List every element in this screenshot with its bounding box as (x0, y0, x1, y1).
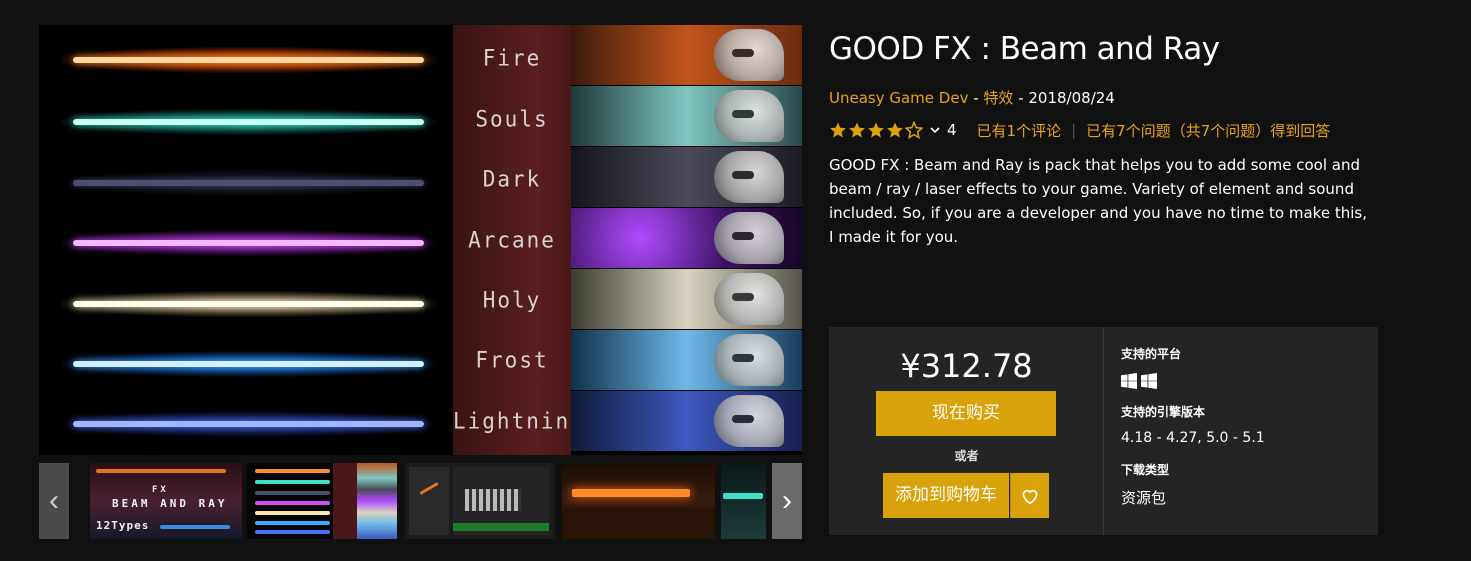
wishlist-button[interactable] (1010, 473, 1049, 518)
effect-labels-column: Fire Souls Dark Arcane Holy Frost Lightn… (453, 25, 585, 455)
purchase-actions: ¥312.78 现在购买 或者 添加到购物车 (829, 327, 1104, 535)
buy-now-button[interactable]: 现在购买 (876, 391, 1056, 436)
holy-beam (61, 291, 436, 317)
meta-separator: - (968, 89, 984, 107)
star-empty-icon (905, 121, 923, 139)
souls-preview (571, 86, 802, 146)
gallery-main-image[interactable]: Fire Souls Dark Arcane Holy Frost Lightn… (39, 25, 802, 455)
chevron-right-icon: › (782, 484, 792, 517)
engine-heading: 支持的引擎版本 (1121, 405, 1206, 419)
effect-label: Arcane (468, 227, 556, 253)
lightning-preview (571, 391, 802, 451)
questions-link[interactable]: 已有7个问题（共7个问题）得到回答 (1086, 120, 1330, 141)
category-link[interactable]: 特效 (983, 89, 1013, 107)
next-thumbnail-button[interactable]: › (772, 463, 802, 539)
heart-icon (1022, 489, 1038, 504)
effect-previews-column (571, 25, 802, 455)
prev-thumbnail-button[interactable]: ‹ (39, 463, 69, 539)
effect-label: Lightning (453, 408, 585, 434)
thumbnail-strip: ‹ FX BEAM AND RAY 12Types › (39, 463, 802, 539)
chevron-left-icon: ‹ (49, 484, 59, 517)
star-filled-icon (887, 122, 903, 138)
holy-preview (571, 269, 802, 329)
windows-icon (1141, 373, 1157, 389)
frost-beam (61, 351, 436, 377)
fire-beam (61, 47, 436, 73)
thumbnail-3[interactable] (405, 463, 555, 539)
publisher-link[interactable]: Uneasy Game Dev (829, 89, 968, 107)
chevron-down-icon (930, 127, 940, 134)
meta-separator: - (1013, 89, 1029, 107)
beam-effects-panel (39, 25, 453, 455)
rating-stars[interactable] (829, 121, 940, 139)
frost-preview (571, 330, 802, 390)
price: ¥312.78 (900, 347, 1033, 385)
thumbnail-1[interactable]: FX BEAM AND RAY 12Types (90, 463, 242, 539)
arcane-preview (571, 208, 802, 268)
product-meta: Uneasy Game Dev - 特效 - 2018/08/24 (829, 87, 1115, 108)
purchase-panel: ¥312.78 现在购买 或者 添加到购物车 支持的平台 支持的引擎版本 4.1… (829, 327, 1378, 535)
product-description: GOOD FX : Beam and Ray is pack that help… (829, 156, 1367, 246)
effect-label: Dark (482, 166, 542, 192)
dark-beam (61, 170, 436, 196)
arcane-beam (61, 230, 436, 256)
thumbnail-2[interactable] (247, 463, 397, 539)
effect-label: Holy (482, 287, 542, 313)
star-filled-icon (830, 122, 846, 138)
or-label: 或者 (954, 449, 979, 463)
download-type: 资源包 (1121, 489, 1167, 507)
lightning-beam (61, 411, 436, 437)
engine-versions: 4.18 - 4.27, 5.0 - 5.1 (1121, 430, 1265, 446)
souls-beam (61, 109, 436, 135)
platforms-heading: 支持的平台 (1121, 347, 1182, 361)
download-type-heading: 下载类型 (1121, 463, 1170, 477)
thumbnail-5[interactable] (721, 463, 766, 539)
effect-label: Souls (475, 106, 549, 132)
release-date: 2018/08/24 (1028, 89, 1115, 107)
reviews-link[interactable]: 已有1个评论 (977, 120, 1062, 141)
effect-label: Fire (482, 45, 542, 71)
rating-row: 4 已有1个评论 | 已有7个问题（共7个问题）得到回答 (829, 119, 1330, 141)
star-filled-icon (868, 122, 884, 138)
thumbnail-4[interactable] (562, 463, 715, 539)
effect-label: Frost (475, 347, 549, 373)
add-to-cart-button[interactable]: 添加到购物车 (883, 473, 1009, 518)
star-filled-icon (849, 122, 865, 138)
rating-count: 4 (947, 121, 957, 139)
product-title: GOOD FX : Beam and Ray (829, 31, 1220, 67)
product-specs: 支持的平台 支持的引擎版本 4.18 - 4.27, 5.0 - 5.1 下载类… (1121, 327, 1371, 535)
windows-icon (1121, 373, 1137, 389)
fire-preview (571, 25, 802, 85)
link-divider: | (1071, 121, 1077, 139)
dark-preview (571, 147, 802, 207)
